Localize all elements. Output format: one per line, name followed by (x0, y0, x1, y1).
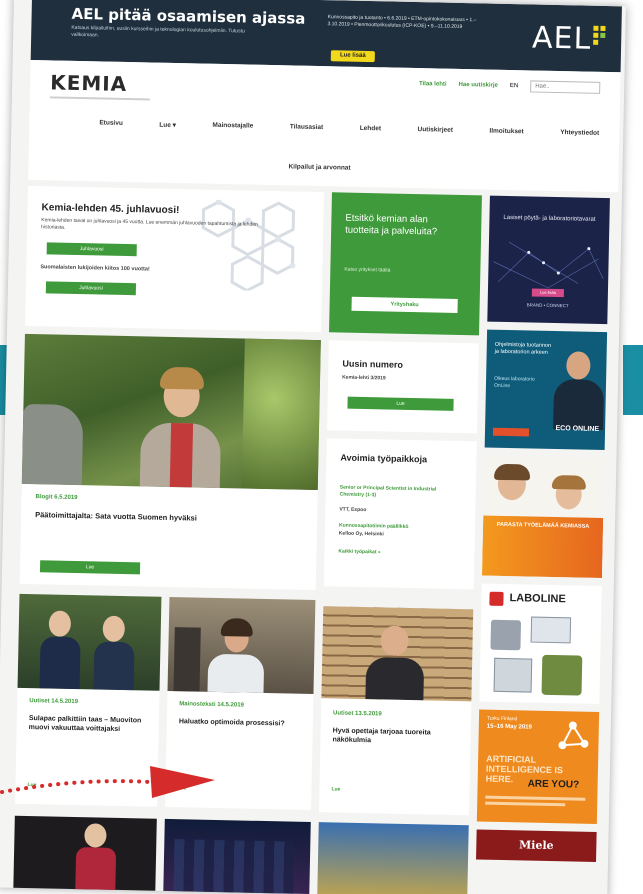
bottom-photo-1[interactable] (13, 815, 157, 894)
nav-item-magazines[interactable]: Lehdet (360, 125, 381, 133)
job-company-2: Kelloo Oy, Helsinki (338, 530, 384, 538)
teal-decor-right (623, 345, 643, 415)
ad-eco-online[interactable]: Ohjelmistoja tuotannon ja laboratorion a… (484, 329, 608, 451)
nav-item-subscriptions[interactable]: Tilausasiat (290, 123, 324, 132)
ad2-person-photo (553, 347, 605, 431)
article-1-meta: Uutiset 14.5.2019 (29, 698, 79, 706)
company-search-button[interactable]: Yrityshaku (351, 296, 458, 313)
molecule-icon (558, 721, 589, 750)
molecule-pattern-icon (201, 199, 296, 292)
ael-dates: Kunnossapito ja tuotanto • 6.6.2019 • ET… (327, 14, 477, 30)
ad2-text: Ohjelmistoja tuotannon ja laboratorion a… (494, 341, 552, 356)
anniversary-card: Kemia-lehden 45. juhlavuosi! Kemia-lehde… (25, 185, 324, 333)
ad1-brand: BRAND • CONNECT (526, 302, 569, 309)
anniversary-button-2[interactable]: Juhlavuosi (45, 281, 137, 296)
ael-read-more-button[interactable]: Lue lisää (330, 50, 375, 63)
search-input[interactable]: Hae.. (530, 80, 601, 94)
ad-lab-glassware[interactable]: Lasiset pöytä- ja laboratoriotavarat Lue… (487, 195, 610, 325)
site-header: KEMIA Tilaa lehti Hae uutiskirje EN Hae.… (28, 59, 621, 193)
article-3-link[interactable]: Lue (331, 786, 340, 792)
nav-item-contact[interactable]: Yhteystiedot (560, 129, 599, 138)
anniversary-link[interactable]: Suomalaisten lukijoiden kiitos 100 vuott… (40, 264, 150, 273)
ael-logo: AEL (531, 20, 592, 57)
feature-meta: Blogit 6.5.2019 (35, 494, 78, 502)
article-2-photo (167, 596, 316, 695)
ad2-sub: Oikeus laboratorio OnLine (493, 375, 535, 390)
feature-photo (21, 333, 321, 491)
job-company-1: VTT, Espoo (339, 506, 367, 514)
article-2-title[interactable]: Haluatko optimoida prosessisi? (179, 717, 299, 729)
latest-issue-title: Uusin numero (342, 358, 403, 370)
jobs-card: Avoimia työpaikkoja Senior or Principal … (323, 438, 477, 590)
anniversary-title: Kemia-lehden 45. juhlavuosi! (41, 202, 180, 217)
ad2-cta-button (492, 427, 530, 437)
anniversary-button-1[interactable]: Juhlavuosi (46, 242, 137, 257)
feature-read-button[interactable]: Lue (39, 560, 141, 575)
ael-headline: AEL pitää osaamisen ajassa (71, 4, 306, 28)
ael-subtext: Katsaus kilpailuihin, uusiin kursseihin … (71, 24, 245, 39)
ad5-top: Turku Finland (486, 715, 518, 723)
ad5-dates: 15–16 May 2019 (486, 723, 532, 731)
nav-item-home[interactable]: Etusivu (99, 119, 123, 127)
article-1-photo (17, 593, 162, 691)
top-links: Tilaa lehti Hae uutiskirje EN Hae.. (419, 78, 601, 94)
feature-title[interactable]: Päätoimittajalta: Sata vuotta Suomen hyv… (35, 510, 295, 524)
nav-item-read[interactable]: Lue ▾ (159, 121, 176, 129)
ad4-brand: LABOLINE (509, 592, 566, 606)
kemia-logo[interactable]: KEMIA (50, 70, 127, 96)
bottom-photo-2[interactable] (163, 818, 311, 894)
article-3-title[interactable]: Hyvä opettaja tarjoaa tuoreita näkökulmi… (332, 726, 456, 747)
ad1-tag: Lue lisää (531, 288, 564, 298)
article-1-title[interactable]: Sulapac palkittiin taas – Muoviton muovi… (29, 714, 149, 735)
ad-work-life[interactable]: PARASTA TYÖELÄMÄÄ KEMIASSA (481, 455, 605, 579)
network-graphic-icon (493, 241, 604, 289)
article-card-3[interactable]: Uutiset 13.5.2019 Hyvä opettaja tarjoaa … (318, 606, 474, 816)
products-title: Etsitkö kemian alan tuotteita ja palvelu… (345, 212, 438, 238)
language-link[interactable]: EN (510, 83, 518, 89)
newsletter-link[interactable]: Hae uutiskirje (458, 82, 497, 89)
ael-logo-mark-icon (593, 25, 609, 46)
nav-item-competitions[interactable]: Kilpailut ja arvonnat (288, 163, 350, 171)
main-nav: Etusivu Lue ▾ Mainostajalle Tilausasiat … (99, 119, 599, 137)
article-3-photo (321, 606, 474, 702)
ad-miele[interactable]: Miele (476, 829, 597, 862)
latest-issue-button[interactable]: Lue (347, 396, 454, 411)
article-3-meta: Uutiset 13.5.2019 (332, 710, 382, 718)
jobs-title: Avoimia työpaikkoja (340, 452, 428, 465)
feature-article-card[interactable]: Blogit 6.5.2019 Päätoimittajalta: Sata v… (19, 333, 321, 591)
subscribe-link[interactable]: Tilaa lehti (419, 81, 447, 88)
job-link-2[interactable]: Kunnossapitotiimin päällikkö (339, 523, 459, 532)
laboline-logo-icon (489, 591, 504, 606)
nav-item-ads[interactable]: Ilmoitukset (489, 128, 523, 137)
ad-artificial-intelligence[interactable]: Turku Finland 15–16 May 2019 ARTIFICIAL … (476, 709, 600, 824)
ad2-brand: ECO ONLINE (555, 425, 600, 433)
ad5-question: ARE YOU? (527, 778, 580, 791)
latest-issue-sub: Kemia-lehti 3/2019 (342, 374, 386, 382)
latest-issue-card: Uusin numero Kemia-lehti 3/2019 Lue (326, 340, 479, 434)
dotted-arrow-icon (0, 766, 215, 798)
job-link-1[interactable]: Senior or Principal Scientist in Industr… (340, 485, 460, 502)
ad6-brand: Miele (518, 838, 554, 853)
nav-item-newsletters[interactable]: Uutiskirjeet (417, 126, 453, 135)
products-sub: Katso yritykset täältä (344, 266, 391, 274)
ad-laboline[interactable]: LABOLINE (479, 583, 602, 705)
article-2-meta: Mainosteksti 14.5.2019 (179, 701, 244, 709)
nav-item-advertisers[interactable]: Mainostajalle (212, 122, 253, 131)
bottom-photo-3[interactable] (317, 822, 469, 894)
all-jobs-link[interactable]: Kaikki työpaikat » (338, 549, 380, 556)
ad1-title: Lasiset pöytä- ja laboratoriotavarat (503, 214, 596, 223)
logo-underline (49, 96, 150, 101)
products-card: Etsitkö kemian alan tuotteita ja palvelu… (329, 192, 482, 336)
